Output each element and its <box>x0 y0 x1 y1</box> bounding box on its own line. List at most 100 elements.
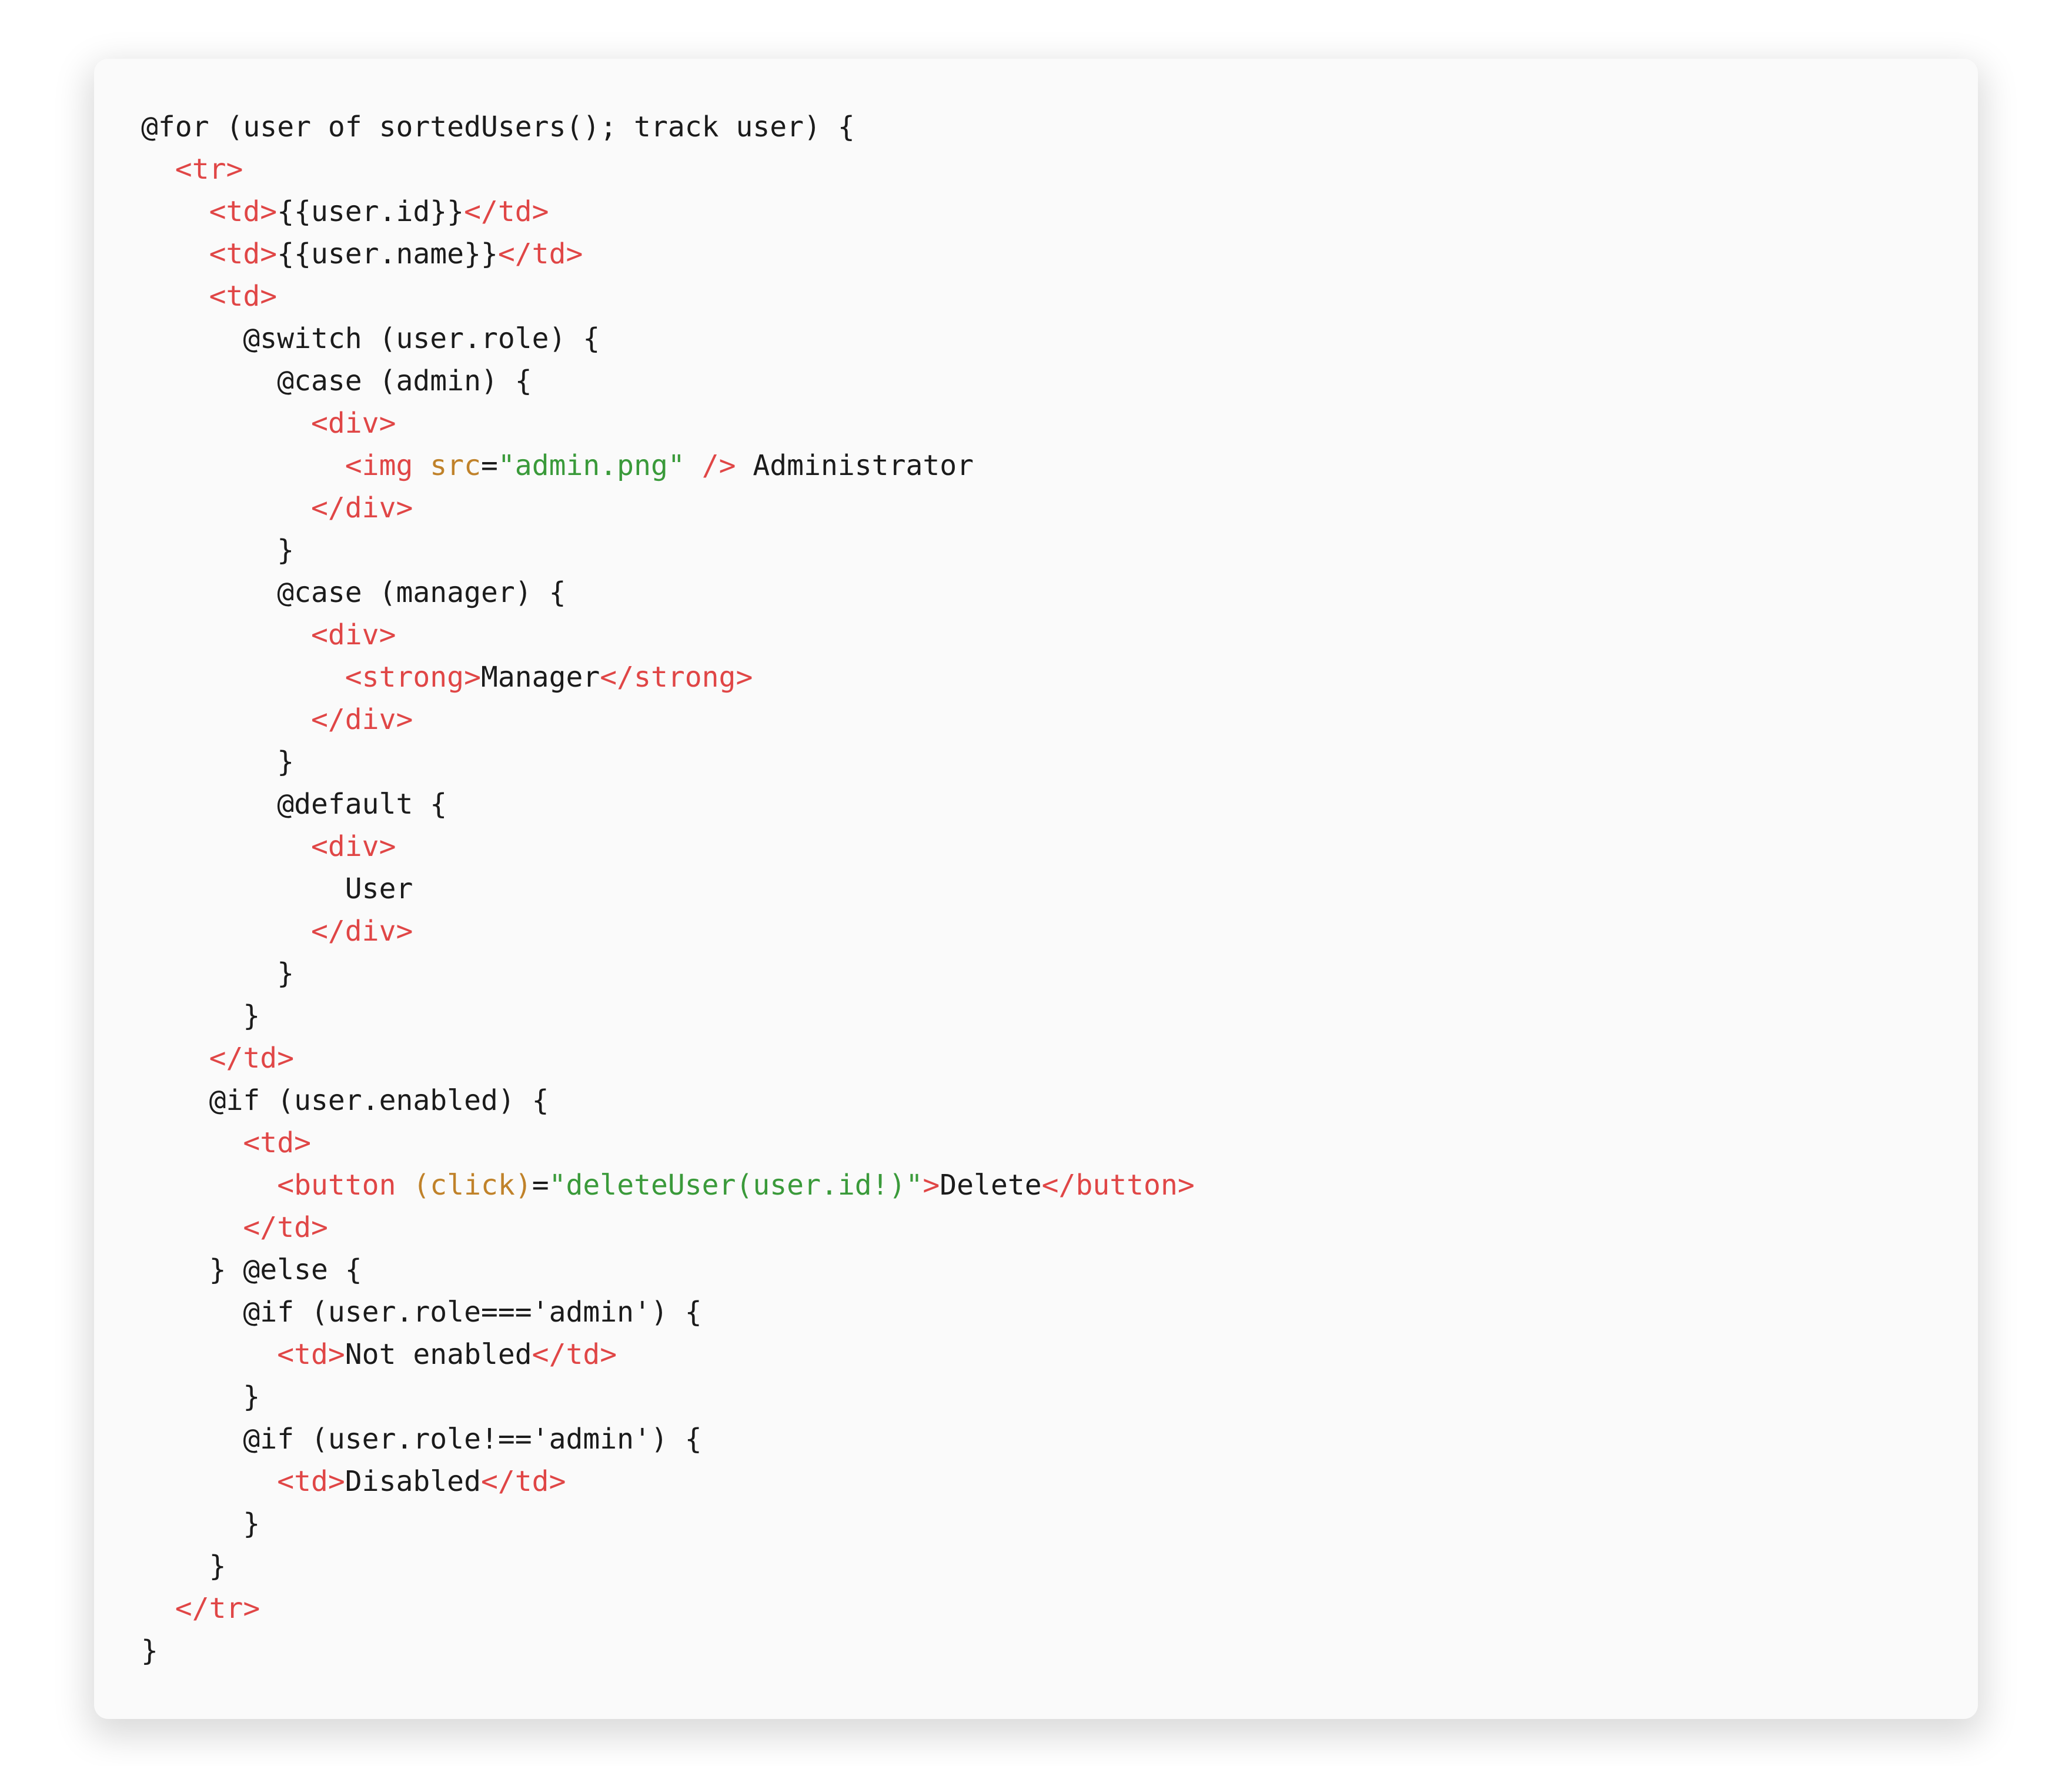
code-line: <td> <box>141 280 277 313</box>
code-line: </div> <box>141 703 413 736</box>
code-line: User <box>141 872 413 905</box>
token-tag: <button <box>277 1169 396 1202</box>
token-plain: } <box>243 1507 260 1540</box>
token-plain: @switch (user.role) { <box>243 322 600 355</box>
token-plain: User <box>345 872 413 905</box>
code-line: <td>Not enabled</td> <box>141 1338 617 1371</box>
token-tag: </div> <box>311 703 413 736</box>
code-line: </td> <box>141 1211 328 1244</box>
code-line: <td>{{user.name}}</td> <box>141 238 583 270</box>
token-tag: </td> <box>243 1211 328 1244</box>
code-line: </tr> <box>141 1592 260 1625</box>
token-tag: <td> <box>243 1126 311 1159</box>
token-plain: } <box>277 745 294 778</box>
code-line: @if (user.role!=='admin') { <box>141 1423 702 1456</box>
code-line: } <box>141 1507 260 1540</box>
code-line: <strong>Manager</strong> <box>141 661 753 694</box>
token-tag: <td> <box>209 238 278 270</box>
code-line: @default { <box>141 788 447 821</box>
token-plain: @if (user.role!=='admin') { <box>243 1423 701 1456</box>
code-line: } <box>141 1380 260 1413</box>
token-tag: <td> <box>209 280 278 313</box>
token-tag: <td> <box>277 1338 345 1371</box>
token-plain: = <box>481 449 498 482</box>
code-line: @if (user.enabled) { <box>141 1084 549 1117</box>
code-line: } <box>141 957 294 990</box>
token-tag: </tr> <box>175 1592 260 1625</box>
token-plain: Disabled <box>345 1465 481 1498</box>
token-plain: } <box>141 1634 158 1667</box>
token-tag: <strong> <box>345 661 481 694</box>
token-attr: src <box>430 449 481 482</box>
token-tag: <tr> <box>175 153 243 186</box>
token-tag: /> <box>702 449 736 482</box>
page: @for (user of sortedUsers(); track user)… <box>0 0 2072 1766</box>
token-plain: Manager <box>481 661 600 694</box>
token-plain: } <box>209 1550 226 1583</box>
code-card: @for (user of sortedUsers(); track user)… <box>94 59 1978 1719</box>
token-tag: <div> <box>311 618 396 651</box>
token-tag: <div> <box>311 830 396 863</box>
token-tag: </td> <box>498 238 583 270</box>
code-line: <td>{{user.id}}</td> <box>141 195 549 228</box>
token-plain: @if (user.enabled) { <box>209 1084 549 1117</box>
token-tag: <div> <box>311 407 396 440</box>
token-tag: </strong> <box>600 661 753 694</box>
code-line: @case (admin) { <box>141 364 532 397</box>
token-tag: </div> <box>311 491 413 524</box>
token-plain: } <box>277 957 294 990</box>
token-tag: </div> <box>311 915 413 948</box>
token-tag: <td> <box>209 195 278 228</box>
code-line: } @else { <box>141 1253 362 1286</box>
code-line: </div> <box>141 491 413 524</box>
token-plain: } @else { <box>209 1253 362 1286</box>
code-line: <button (click)="deleteUser(user.id!)">D… <box>141 1169 1195 1202</box>
code-line: </div> <box>141 915 413 948</box>
token-plain: Not enabled <box>345 1338 532 1371</box>
token-plain: @case (manager) { <box>277 576 566 609</box>
code-line: <div> <box>141 407 396 440</box>
token-plain <box>413 449 430 482</box>
token-plain: @for (user of sortedUsers(); track user)… <box>141 111 855 143</box>
token-tag: </td> <box>481 1465 566 1498</box>
code-line: @if (user.role==='admin') { <box>141 1296 702 1329</box>
token-tag: <td> <box>277 1465 345 1498</box>
code-block: @for (user of sortedUsers(); track user)… <box>141 106 1931 1672</box>
code-line: <div> <box>141 830 396 863</box>
token-plain <box>685 449 702 482</box>
token-plain: {{user.id}} <box>277 195 464 228</box>
token-plain: Administrator <box>736 449 974 482</box>
token-tag: </button> <box>1042 1169 1195 1202</box>
token-plain: {{user.name}} <box>277 238 498 270</box>
code-line: } <box>141 745 294 778</box>
code-line: <td>Disabled</td> <box>141 1465 566 1498</box>
token-tag: <img <box>345 449 413 482</box>
token-plain: @default { <box>277 788 447 821</box>
code-line: } <box>141 1550 226 1583</box>
token-plain <box>396 1169 413 1202</box>
code-line: </td> <box>141 1042 294 1075</box>
token-tag: </td> <box>532 1338 617 1371</box>
token-plain: } <box>277 534 294 567</box>
token-tag: </td> <box>209 1042 295 1075</box>
code-line: <div> <box>141 618 396 651</box>
token-attr: (click) <box>413 1169 532 1202</box>
code-line: <td> <box>141 1126 311 1159</box>
token-string: "deleteUser(user.id!)" <box>549 1169 923 1202</box>
code-line: } <box>141 534 294 567</box>
token-plain: @if (user.role==='admin') { <box>243 1296 701 1329</box>
code-line: } <box>141 1634 158 1667</box>
code-line: @case (manager) { <box>141 576 566 609</box>
token-string: "admin.png" <box>498 449 685 482</box>
code-line: @for (user of sortedUsers(); track user)… <box>141 111 855 143</box>
code-line: <img src="admin.png" /> Administrator <box>141 449 974 482</box>
token-tag: > <box>923 1169 940 1202</box>
code-line: } <box>141 999 260 1032</box>
token-plain: @case (admin) { <box>277 364 532 397</box>
code-line: <tr> <box>141 153 243 186</box>
token-tag: </td> <box>464 195 549 228</box>
token-plain: Delete <box>940 1169 1041 1202</box>
code-line: @switch (user.role) { <box>141 322 600 355</box>
token-plain: = <box>532 1169 549 1202</box>
token-plain: } <box>243 1380 260 1413</box>
